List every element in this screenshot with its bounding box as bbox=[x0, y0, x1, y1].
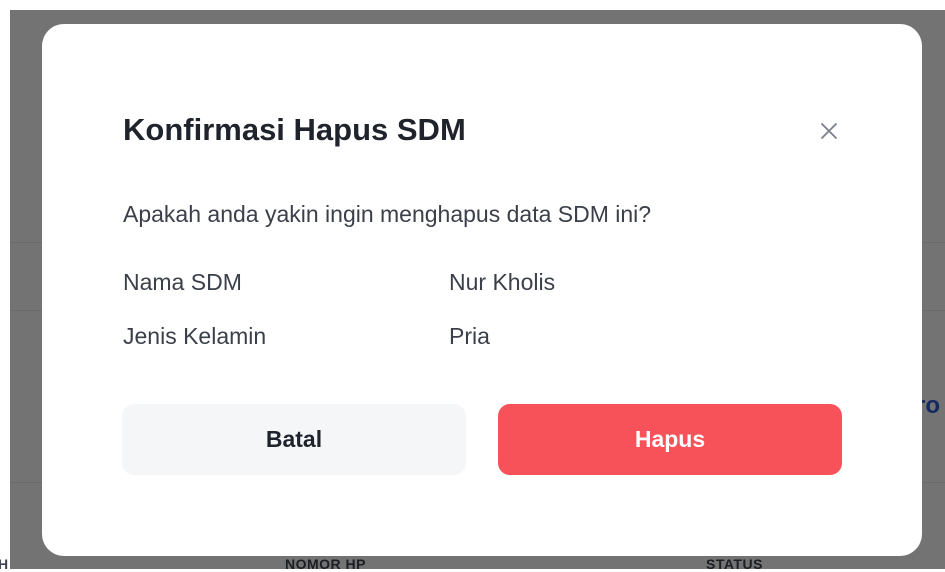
delete-button[interactable]: Hapus bbox=[498, 404, 842, 475]
detail-value-name: Nur Kholis bbox=[449, 269, 556, 295]
confirmation-message: Apakah anda yakin ingin menghapus data S… bbox=[123, 201, 652, 227]
table-header-cell: H bbox=[0, 556, 9, 572]
detail-value-gender: Pria bbox=[449, 323, 490, 349]
delete-confirmation-modal: Konfirmasi Hapus SDM Apakah anda yakin i… bbox=[42, 24, 922, 556]
detail-label-name: Nama SDM bbox=[123, 269, 242, 295]
cancel-button[interactable]: Batal bbox=[122, 404, 466, 475]
modal-title: Konfirmasi Hapus SDM bbox=[123, 112, 466, 147]
close-button[interactable] bbox=[815, 117, 843, 145]
close-icon bbox=[821, 123, 837, 139]
detail-label-gender: Jenis Kelamin bbox=[123, 323, 267, 349]
